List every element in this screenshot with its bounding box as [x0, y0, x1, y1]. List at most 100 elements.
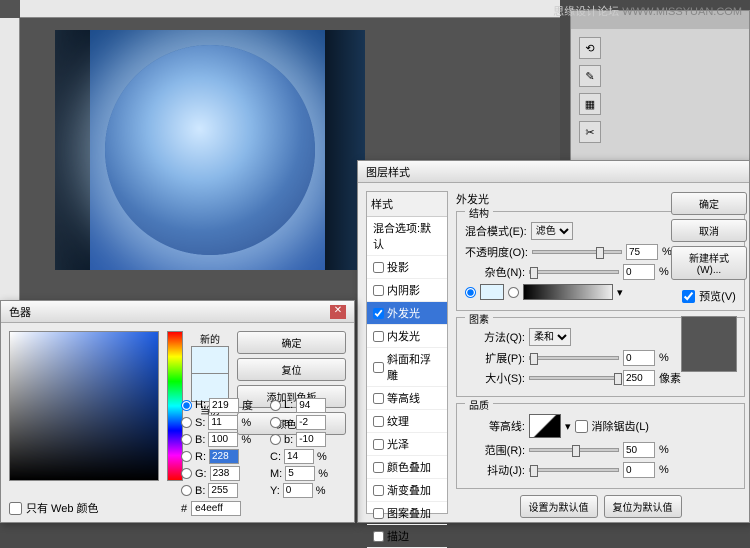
- s-radio[interactable]: [181, 417, 192, 428]
- moon-artwork: [105, 45, 315, 255]
- opacity-input[interactable]: [626, 244, 658, 260]
- gradient-radio[interactable]: [508, 287, 519, 298]
- dialog-title[interactable]: 色器 ✕: [1, 301, 354, 323]
- dropdown-icon[interactable]: ▾: [565, 420, 571, 433]
- checkbox[interactable]: [373, 308, 384, 319]
- reset-button[interactable]: 复位: [237, 358, 346, 381]
- size-input[interactable]: [623, 370, 655, 386]
- quality-group: 品质 等高线:▾消除锯齿(L) 范围(R):% 抖动(J):%: [456, 403, 745, 489]
- ruler-vertical[interactable]: [0, 18, 20, 310]
- noise-input[interactable]: [623, 264, 655, 280]
- swatches-icon[interactable]: ▦: [579, 93, 601, 115]
- style-texture[interactable]: 纹理: [367, 410, 447, 433]
- style-inner-shadow[interactable]: 内阴影: [367, 279, 447, 302]
- hex-row: #: [181, 501, 241, 516]
- blend-options-default[interactable]: 混合选项:默认: [367, 217, 447, 256]
- l-input[interactable]: [296, 398, 326, 413]
- new-style-button[interactable]: 新建样式(W)...: [671, 246, 747, 280]
- hex-input[interactable]: [191, 501, 241, 516]
- a-radio[interactable]: [270, 417, 281, 428]
- checkbox[interactable]: [373, 331, 384, 342]
- style-outer-glow[interactable]: 外发光: [367, 302, 447, 325]
- c-input[interactable]: [284, 449, 314, 464]
- styles-header[interactable]: 样式: [367, 192, 447, 217]
- r-input[interactable]: [209, 449, 239, 464]
- dropdown-icon[interactable]: ▾: [617, 286, 623, 299]
- artboard[interactable]: [55, 30, 365, 270]
- style-satin[interactable]: 光泽: [367, 433, 447, 456]
- noise-slider[interactable]: [529, 270, 619, 274]
- size-slider[interactable]: [529, 376, 619, 380]
- style-drop-shadow[interactable]: 投影: [367, 256, 447, 279]
- reset-default-button[interactable]: 复位为默认值: [604, 495, 682, 518]
- checkbox[interactable]: [373, 508, 384, 519]
- glow-gradient-swatch[interactable]: [523, 284, 613, 300]
- b2-input[interactable]: [296, 432, 326, 447]
- s-input[interactable]: [208, 415, 238, 430]
- a-input[interactable]: [296, 415, 326, 430]
- blend-mode-select[interactable]: 滤色: [531, 222, 573, 240]
- building-left: [55, 30, 90, 270]
- brush-icon[interactable]: ✎: [579, 65, 601, 87]
- watermark: 思缘设计论坛 WWW.MISSYUAN.COM: [553, 3, 742, 19]
- r-radio[interactable]: [181, 451, 192, 462]
- checkbox[interactable]: [373, 393, 384, 404]
- style-stroke[interactable]: 描边: [367, 525, 447, 548]
- h-input[interactable]: [209, 398, 239, 413]
- checkbox[interactable]: [373, 439, 384, 450]
- jitter-input[interactable]: [623, 462, 655, 478]
- close-icon[interactable]: ✕: [330, 305, 346, 319]
- make-default-button[interactable]: 设置为默认值: [520, 495, 598, 518]
- h-radio[interactable]: [181, 400, 192, 411]
- spread-slider[interactable]: [529, 356, 619, 360]
- styles-list: 样式 混合选项:默认 投影 内阴影 外发光 内发光 斜面和浮雕 等高线 纹理 光…: [366, 191, 448, 514]
- style-color-overlay[interactable]: 颜色叠加: [367, 456, 447, 479]
- g-input[interactable]: [210, 466, 240, 481]
- web-only-row: 只有 Web 颜色: [9, 500, 99, 516]
- method-select[interactable]: 柔和: [529, 328, 571, 346]
- spread-input[interactable]: [623, 350, 655, 366]
- style-grad-overlay[interactable]: 渐变叠加: [367, 479, 447, 502]
- range-input[interactable]: [623, 442, 655, 458]
- ok-button[interactable]: 确定: [237, 331, 346, 354]
- checkbox[interactable]: [373, 285, 384, 296]
- checkbox[interactable]: [373, 485, 384, 496]
- jitter-slider[interactable]: [529, 468, 619, 472]
- y-input[interactable]: [283, 483, 313, 498]
- opacity-slider[interactable]: [532, 250, 622, 254]
- antialias-checkbox[interactable]: [575, 420, 588, 433]
- m-input[interactable]: [285, 466, 315, 481]
- tools-icon[interactable]: ✂: [579, 121, 601, 143]
- range-slider[interactable]: [529, 448, 619, 452]
- g-radio[interactable]: [181, 468, 192, 479]
- l-radio[interactable]: [270, 400, 281, 411]
- checkbox[interactable]: [373, 531, 384, 542]
- checkbox[interactable]: [373, 262, 384, 273]
- new-color-swatch[interactable]: [191, 346, 229, 374]
- bl-input[interactable]: [208, 483, 238, 498]
- style-contour[interactable]: 等高线: [367, 387, 447, 410]
- color-picker-dialog: 色器 ✕ 新的 当前 确定 复位 添加到色板 颜色库 H:度 L: S:% a:…: [0, 300, 355, 523]
- style-bevel[interactable]: 斜面和浮雕: [367, 348, 447, 387]
- checkbox[interactable]: [373, 416, 384, 427]
- ok-button[interactable]: 确定: [671, 192, 747, 215]
- style-pattern-overlay[interactable]: 图案叠加: [367, 502, 447, 525]
- dialog-title[interactable]: 图层样式: [358, 161, 749, 183]
- b-radio[interactable]: [181, 434, 192, 445]
- color-radio[interactable]: [465, 287, 476, 298]
- cancel-button[interactable]: 取消: [671, 219, 747, 242]
- contour-swatch[interactable]: [529, 414, 561, 438]
- preview-checkbox[interactable]: [682, 290, 695, 303]
- web-only-checkbox[interactable]: [9, 502, 22, 515]
- history-icon[interactable]: ⟲: [579, 37, 601, 59]
- layer-style-buttons: 确定 取消 新建样式(W)... 预览(V): [671, 192, 747, 376]
- b-input[interactable]: [208, 432, 238, 447]
- checkbox[interactable]: [373, 362, 384, 373]
- checkbox[interactable]: [373, 462, 384, 473]
- bl-radio[interactable]: [181, 485, 192, 496]
- ruler-horizontal[interactable]: [20, 0, 560, 18]
- style-inner-glow[interactable]: 内发光: [367, 325, 447, 348]
- b2-radio[interactable]: [270, 434, 281, 445]
- glow-color-swatch[interactable]: [480, 284, 504, 300]
- color-field[interactable]: [9, 331, 159, 481]
